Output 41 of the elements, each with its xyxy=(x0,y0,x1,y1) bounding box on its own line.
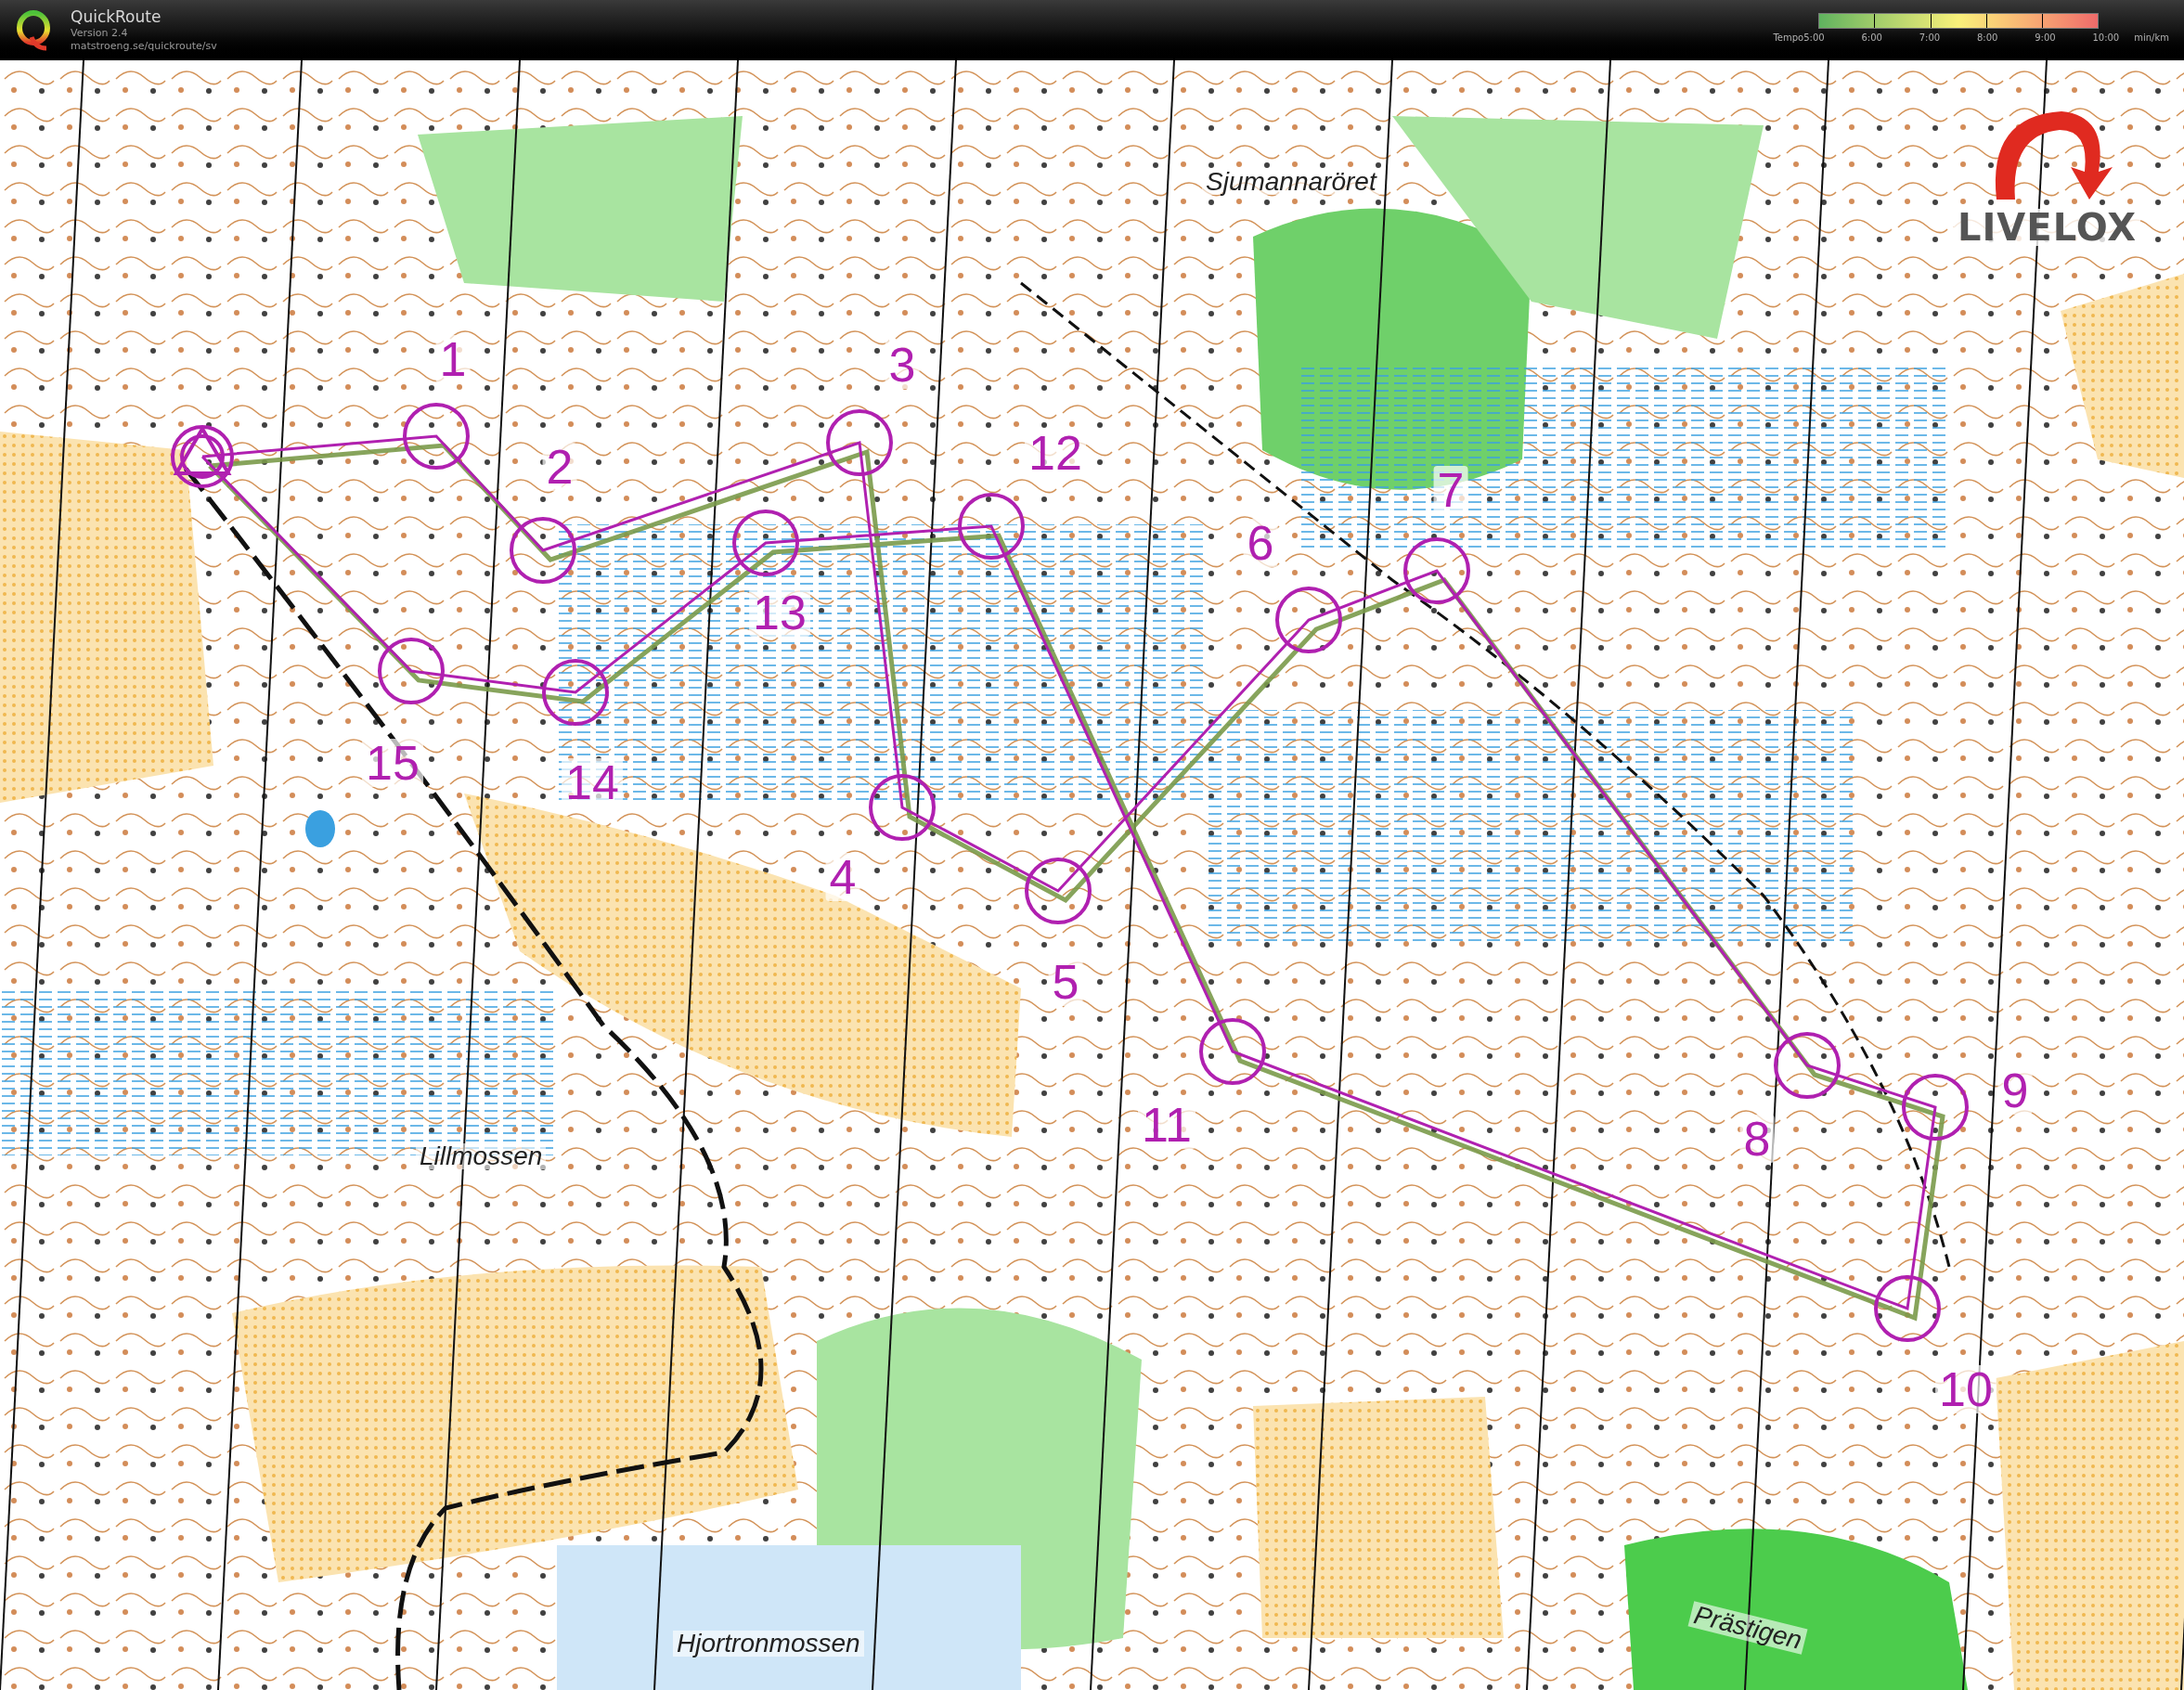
control-number: 10 xyxy=(1935,1365,1997,1413)
legend-label: Tempo xyxy=(1773,31,1804,45)
place-name: Hjortronmossen xyxy=(673,1631,864,1657)
control-number: 1 xyxy=(435,335,471,383)
control-circle xyxy=(1874,1275,1941,1342)
control-circle xyxy=(869,774,936,841)
control-circle xyxy=(1774,1032,1841,1099)
control-circle xyxy=(958,493,1025,560)
control-circle xyxy=(732,510,799,576)
brand-logo: LIVELOX xyxy=(1954,209,2141,246)
control-number: 6 xyxy=(1243,519,1278,567)
tempo-tick-label: 7:00 xyxy=(1919,31,1941,45)
finish-circle-icon xyxy=(171,425,234,488)
tempo-tick-label: 6:00 xyxy=(1861,31,1882,45)
unit-label: min/km xyxy=(2134,31,2169,45)
control-number: 4 xyxy=(825,853,860,901)
tempo-tick-label: 5:00 xyxy=(1803,31,1825,45)
control-circle xyxy=(378,638,445,704)
control-circle xyxy=(510,517,576,584)
control-circle xyxy=(1902,1074,1969,1141)
control-number: 8 xyxy=(1739,1115,1775,1163)
place-name: Lillmossen xyxy=(416,1143,547,1169)
place-name: Sjumannaröret xyxy=(1202,169,1380,195)
tempo-tick-label: 9:00 xyxy=(2035,31,2056,45)
control-circle xyxy=(403,403,470,470)
control-number: 2 xyxy=(542,443,577,491)
control-circle xyxy=(1275,587,1342,653)
app-logo-icon xyxy=(15,8,52,52)
control-circle xyxy=(542,659,609,726)
control-circle xyxy=(1199,1018,1266,1085)
tempo-tick-label: 10:00 xyxy=(2092,31,2120,45)
tempo-tick-label: 8:00 xyxy=(1976,31,1998,45)
control-number: 3 xyxy=(885,341,920,389)
control-number: 13 xyxy=(749,588,810,637)
control-circle xyxy=(826,409,893,476)
version-text: Version 2.4 xyxy=(71,27,129,41)
website-link[interactable]: matstroeng.se/quickroute/sv xyxy=(71,40,217,53)
control-circle xyxy=(1025,858,1092,924)
control-number: 15 xyxy=(362,739,423,787)
control-circle xyxy=(1403,537,1470,604)
app-title: QuickRoute xyxy=(71,7,162,28)
